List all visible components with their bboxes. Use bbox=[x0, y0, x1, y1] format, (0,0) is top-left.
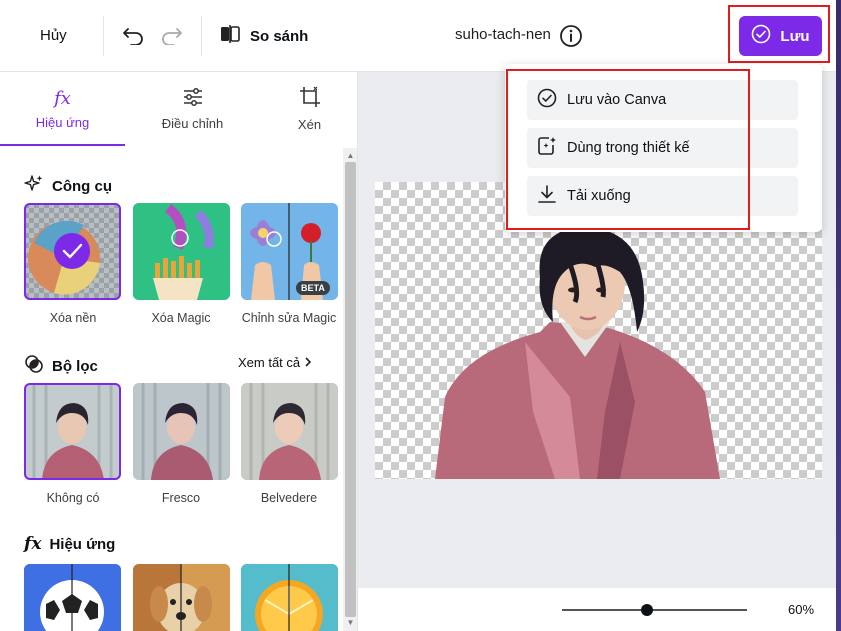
tools-heading: Công cụ bbox=[24, 174, 112, 198]
tool-remove-bg[interactable] bbox=[24, 203, 121, 300]
zoom-slider-knob[interactable] bbox=[641, 604, 654, 616]
tool-label: Xóa nền bbox=[49, 311, 97, 325]
beta-badge: BETA bbox=[296, 281, 330, 295]
tool-magic-erase[interactable] bbox=[133, 203, 230, 300]
file-name: suho-tach-nen bbox=[455, 26, 551, 43]
divider bbox=[103, 16, 104, 56]
tool-label: Xóa Magic bbox=[151, 311, 211, 325]
scroll-up-icon[interactable]: ▲ bbox=[345, 150, 356, 161]
edit-panel: fx Hiệu ứng Điều chỉnh Xén Công cụ BETA … bbox=[0, 72, 358, 631]
compare-label: So sánh bbox=[250, 27, 309, 45]
scrollbar-thumb[interactable] bbox=[345, 162, 356, 617]
effect-tile[interactable] bbox=[133, 564, 230, 631]
tab-adjust[interactable]: Điều chỉnh bbox=[125, 72, 260, 146]
tab-label: Điều chỉnh bbox=[161, 116, 224, 131]
scroll-down-icon[interactable]: ▼ bbox=[345, 617, 356, 628]
tab-effects[interactable]: fx Hiệu ứng bbox=[0, 72, 125, 146]
filter-label: Fresco bbox=[161, 491, 201, 505]
tab-label: Xén bbox=[297, 117, 322, 132]
filter-fresco[interactable] bbox=[133, 383, 230, 480]
sliders-icon bbox=[182, 87, 204, 110]
active-tab-indicator bbox=[0, 144, 125, 146]
undo-icon[interactable] bbox=[119, 22, 147, 50]
tab-label: Hiệu ứng bbox=[35, 115, 90, 130]
filters-title: Bộ lọc bbox=[52, 357, 98, 375]
fx-icon: fx bbox=[24, 534, 42, 554]
tab-crop[interactable]: Xén bbox=[262, 72, 357, 146]
save-button[interactable]: Lưu bbox=[739, 16, 822, 56]
save-label: Lưu bbox=[780, 27, 810, 45]
see-all-label: Xem tất cả bbox=[238, 355, 301, 370]
zoom-value[interactable]: 60% bbox=[788, 602, 814, 617]
zoom-slider-track[interactable] bbox=[562, 609, 747, 611]
compare-icon bbox=[220, 25, 240, 47]
filter-belvedere[interactable] bbox=[241, 383, 338, 480]
redo-icon[interactable] bbox=[158, 22, 186, 50]
sparkle-icon bbox=[24, 174, 44, 198]
compare-button[interactable]: So sánh bbox=[220, 22, 308, 50]
cancel-button[interactable]: Hủy bbox=[26, 22, 81, 50]
filters-heading: Bộ lọc bbox=[24, 354, 98, 378]
tab-bar: fx Hiệu ứng Điều chỉnh Xén bbox=[0, 72, 357, 148]
fx-icon: fx bbox=[54, 88, 71, 109]
effect-tile[interactable] bbox=[241, 564, 338, 631]
top-bar: Hủy So sánh suho-tach-nen Lưu bbox=[0, 0, 841, 72]
chevron-right-icon bbox=[304, 355, 312, 370]
filter-label: Không có bbox=[46, 491, 100, 505]
tool-label: Chỉnh sửa Magic bbox=[241, 311, 337, 325]
effects-title: Hiệu ứng bbox=[49, 535, 116, 553]
divider bbox=[201, 16, 202, 56]
crop-icon bbox=[299, 86, 321, 111]
tool-magic-edit[interactable]: BETA bbox=[241, 203, 338, 300]
filter-label: Belvedere bbox=[260, 491, 318, 505]
effect-tile[interactable] bbox=[24, 564, 121, 631]
window-edge bbox=[836, 0, 841, 631]
see-all-link[interactable]: Xem tất cả bbox=[238, 355, 312, 370]
filter-icon bbox=[24, 354, 44, 378]
tools-title: Công cụ bbox=[52, 177, 112, 195]
info-icon[interactable] bbox=[559, 24, 583, 48]
menu-highlight-box bbox=[506, 69, 750, 230]
filter-none[interactable] bbox=[24, 383, 121, 480]
check-circle-icon bbox=[751, 24, 771, 48]
effects-heading: fx Hiệu ứng bbox=[24, 534, 115, 554]
